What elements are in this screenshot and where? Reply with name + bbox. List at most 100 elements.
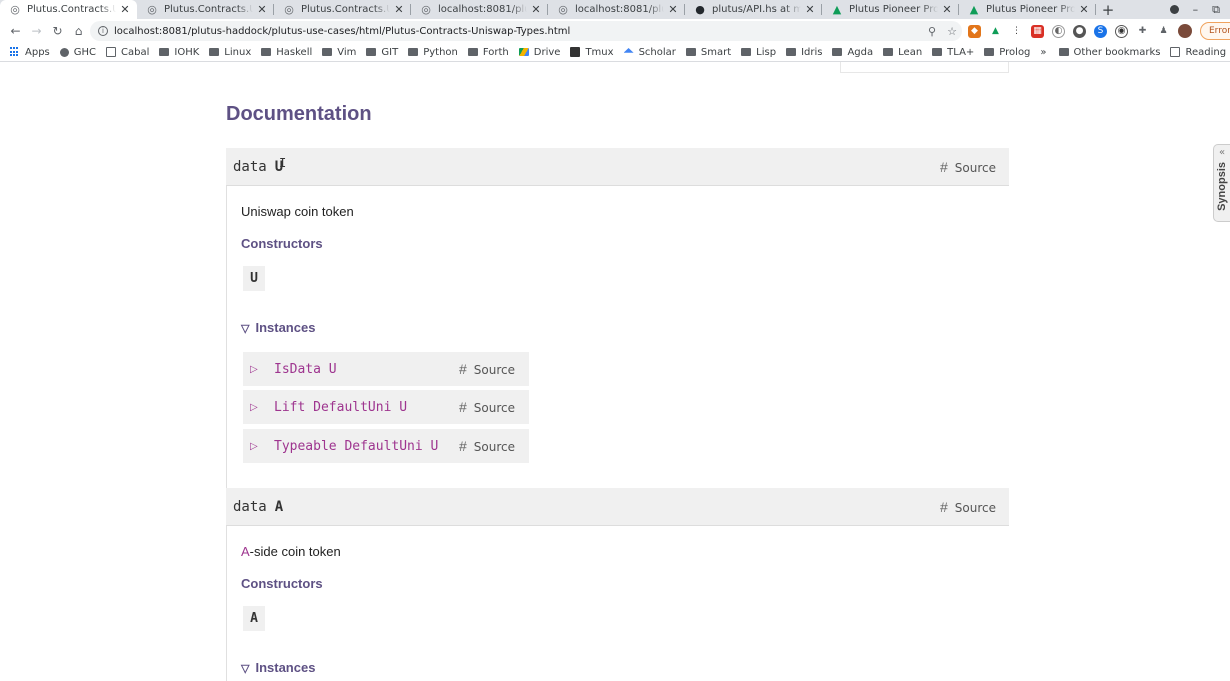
zoom-icon[interactable]: ⚲ — [922, 25, 942, 38]
extension-icon[interactable]: ● — [1073, 24, 1086, 38]
bookmark-star-icon[interactable]: ☆ — [942, 25, 962, 38]
collapsed-caret-icon[interactable]: ▷ — [250, 441, 274, 452]
source-link[interactable]: # Source — [940, 499, 996, 515]
bookmark-git[interactable]: GIT — [366, 47, 398, 58]
extension-icon[interactable]: ◐ — [1052, 24, 1065, 38]
description-link[interactable]: A — [241, 544, 250, 559]
browser-tab[interactable]: ▲ Plutus Pioneer Program ✕ — [822, 0, 959, 19]
folder-icon — [467, 48, 478, 56]
metamask-icon[interactable]: ◆ — [968, 24, 981, 38]
bookmark-agda[interactable]: Agda — [832, 47, 873, 58]
anchor-link[interactable]: # — [459, 399, 467, 415]
source-label[interactable]: Source — [474, 401, 515, 415]
home-icon[interactable]: ⌂ — [68, 21, 89, 41]
more-extension-icon[interactable]: ⋮ — [1010, 24, 1023, 38]
drive-icon: ▲ — [969, 3, 979, 16]
source-link[interactable]: # Source — [459, 399, 515, 415]
url-text[interactable]: localhost:8081/plutus-haddock/plutus-use… — [114, 26, 922, 37]
anchor-link[interactable]: # — [459, 438, 467, 454]
instance-row[interactable]: ▷ IsData U # Source — [243, 352, 529, 386]
bookmark-cabal[interactable]: Cabal — [106, 47, 149, 58]
new-tab-button[interactable]: + — [1096, 0, 1120, 19]
bookmark-iohk[interactable]: IOHK — [159, 47, 199, 58]
close-icon[interactable]: ✕ — [530, 3, 542, 16]
close-icon[interactable]: ✕ — [804, 3, 816, 16]
anchor-link[interactable]: # — [459, 361, 467, 377]
source-label[interactable]: Source — [955, 161, 996, 175]
source-link[interactable]: # Source — [459, 438, 515, 454]
instances-toggle[interactable]: ▽ Instances — [241, 660, 315, 675]
extension-icon[interactable]: ▦ — [1031, 24, 1044, 38]
restore-icon[interactable]: ⧉ — [1212, 3, 1220, 17]
browser-tab[interactable]: ◎ localhost:8081/plutus-haddock ✕ — [411, 0, 548, 19]
back-icon[interactable]: ← — [5, 21, 26, 41]
instances-toggle[interactable]: ▽ Instances — [241, 320, 315, 335]
puzzle-icon[interactable]: ✚ — [1136, 24, 1149, 38]
close-icon[interactable]: ✕ — [393, 3, 405, 16]
user-icon[interactable]: ♟ — [1157, 24, 1170, 38]
bookmark-tla[interactable]: TLA+ — [932, 47, 974, 58]
source-label[interactable]: Source — [955, 501, 996, 515]
synopsis-label: Synopsis — [1216, 162, 1228, 211]
instance-name[interactable]: Lift DefaultUni U — [274, 400, 407, 415]
instance-name[interactable]: IsData U — [274, 362, 337, 377]
source-link[interactable]: # Source — [459, 361, 515, 377]
bookmarks-right: » Other bookmarks Reading list — [1040, 47, 1230, 58]
close-icon[interactable]: ✕ — [119, 3, 131, 16]
address-bar[interactable]: i localhost:8081/plutus-haddock/plutus-u… — [90, 21, 962, 41]
bookmark-ghc[interactable]: GHC — [59, 47, 96, 58]
bookmark-apps[interactable]: Apps — [10, 47, 50, 58]
instance-row[interactable]: ▷ Lift DefaultUni U # Source — [243, 390, 529, 424]
bookmark-prolog[interactable]: Prolog — [984, 47, 1030, 58]
avatar[interactable] — [1178, 24, 1192, 38]
bookmark-lisp[interactable]: Lisp — [741, 47, 776, 58]
extension-icon[interactable]: ◉ — [1115, 24, 1128, 38]
browser-tab[interactable]: ● plutus/API.hs at master ✕ — [685, 0, 822, 19]
bookmark-lean[interactable]: Lean — [883, 47, 922, 58]
source-label[interactable]: Source — [474, 440, 515, 454]
extension-icon[interactable]: S — [1094, 24, 1107, 38]
forward-icon[interactable]: → — [26, 21, 47, 41]
bookmark-vim[interactable]: Vim — [322, 47, 356, 58]
source-label[interactable]: Source — [474, 363, 515, 377]
record-icon[interactable] — [1169, 5, 1179, 14]
tab-title: Plutus.Contracts.Uniswap.Types — [164, 4, 253, 15]
close-icon[interactable]: ✕ — [667, 3, 679, 16]
bookmark-forth[interactable]: Forth — [467, 47, 509, 58]
reload-icon[interactable]: ↻ — [47, 21, 68, 41]
info-icon[interactable]: i — [98, 26, 108, 36]
bookmark-label: Smart — [700, 46, 732, 58]
synopsis-tab[interactable]: « Synopsis — [1213, 144, 1230, 222]
bookmark-idris[interactable]: Idris — [786, 47, 822, 58]
bookmark-drive[interactable]: Drive — [518, 47, 560, 58]
close-icon[interactable]: ✕ — [256, 3, 268, 16]
source-link[interactable]: # Source — [940, 159, 996, 175]
error-button[interactable]: Error — [1200, 22, 1230, 40]
browser-tab[interactable]: ◎ Plutus.Contracts.Uniswap.Types ✕ — [0, 0, 137, 19]
bookmark-smart[interactable]: Smart — [685, 46, 732, 58]
instance-name[interactable]: Typeable DefaultUni U — [274, 439, 438, 454]
anchor-link[interactable]: # — [940, 159, 948, 175]
bookmark-haskell[interactable]: Haskell — [261, 47, 312, 58]
close-icon[interactable]: ✕ — [1078, 3, 1090, 16]
folder-icon — [408, 48, 419, 56]
extension-icon[interactable]: ▲ — [989, 24, 1002, 38]
browser-tab[interactable]: ▲ Plutus Pioneer Program ✕ — [959, 0, 1096, 19]
declaration-header: data U # Source — [226, 148, 1009, 186]
bookmark-scholar[interactable]: Scholar — [623, 47, 676, 58]
other-bookmarks[interactable]: Other bookmarks — [1058, 47, 1160, 58]
bookmark-python[interactable]: Python — [408, 47, 458, 58]
browser-tab[interactable]: ◎ localhost:8081/plutus-haddock ✕ — [548, 0, 685, 19]
bookmarks-overflow-button[interactable]: » — [1040, 47, 1046, 58]
anchor-link[interactable]: # — [940, 499, 948, 515]
browser-tab[interactable]: ◎ Plutus.Contracts.Uniswap.Types ✕ — [274, 0, 411, 19]
reading-list[interactable]: Reading list — [1170, 47, 1230, 58]
bookmark-linux[interactable]: Linux — [209, 47, 251, 58]
bookmark-tmux[interactable]: Tmux — [570, 47, 614, 58]
collapsed-caret-icon[interactable]: ▷ — [250, 364, 274, 375]
collapsed-caret-icon[interactable]: ▷ — [250, 402, 274, 413]
browser-tab[interactable]: ◎ Plutus.Contracts.Uniswap.Types ✕ — [137, 0, 274, 19]
close-icon[interactable]: ✕ — [941, 3, 953, 16]
instance-row[interactable]: ▷ Typeable DefaultUni U # Source — [243, 429, 529, 463]
minimize-icon[interactable]: – — [1193, 3, 1199, 16]
